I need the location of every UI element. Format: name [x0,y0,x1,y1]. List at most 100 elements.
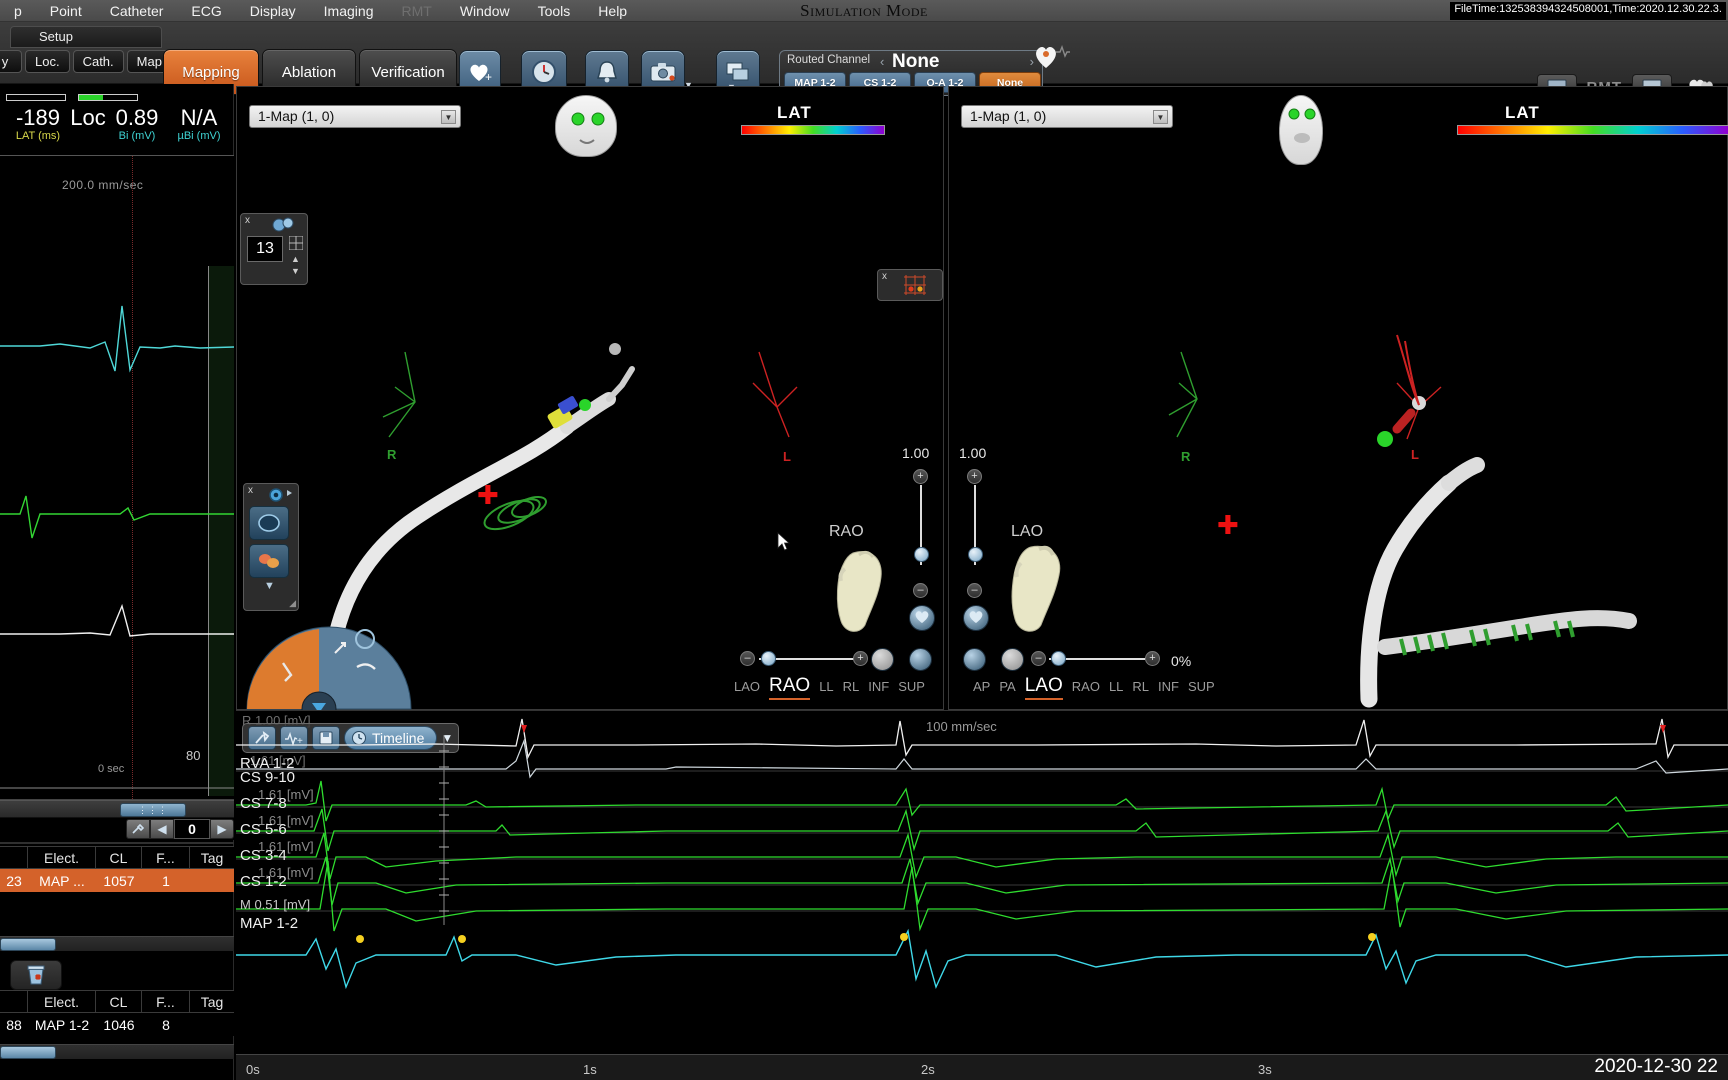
menu-item-imaging[interactable]: Imaging [310,0,388,22]
col-index-2[interactable] [0,991,28,1012]
home-view-button-right[interactable] [963,605,989,631]
orientation-lao-left[interactable]: LAO [734,679,760,694]
routed-prev-icon[interactable]: ‹ [880,54,884,69]
table-hscroll-top[interactable] [0,936,234,951]
setup-subtab-y[interactable]: y [0,50,22,73]
orientation-sup-left[interactable]: SUP [898,679,925,694]
pan-minus-right[interactable]: – [1031,651,1046,666]
col-cl[interactable]: CL [96,847,142,868]
pan-plus-left[interactable]: + [853,651,868,666]
orientation-lao-right[interactable]: LAO [1024,675,1063,700]
orientation-rl-right[interactable]: RL [1132,679,1149,694]
map-view-right[interactable]: 1-Map (1, 0) ▼ LAT R L ✚ 1.00 + – LAO – … [948,86,1728,710]
zoom-in-button-right[interactable]: + [967,469,982,484]
view-sphere-button-right[interactable] [1001,648,1024,671]
ecg-strip-panel[interactable]: R 1.00 [mV] 1.61 [mV] + Timeline ▼ 100 m… [236,710,1728,1080]
orientation-ll-right[interactable]: LL [1109,679,1123,694]
setup-group: Setup y Loc. Cath. Map [0,26,172,80]
col-index[interactable] [0,847,28,868]
cell-cl: 1057 [103,872,135,889]
reference-crosshair-left: ✚ [477,480,499,510]
orientation-pa-right[interactable]: PA [999,679,1015,694]
col-elect-2[interactable]: Elect. [28,991,96,1012]
ecg-channel-label-cs56[interactable]: CS 5-6 [240,821,287,838]
cell-cl-2: 1046 [103,1016,135,1033]
quality-bar-2 [78,94,138,101]
home-view-button-left[interactable] [909,605,935,631]
table-divider-top [0,842,234,844]
readout-bi: 0.89 Bi (mV) [115,105,159,143]
ecg-datetime: 2020-12-30 22 [1594,1056,1718,1077]
menu-item-display[interactable]: Display [236,0,310,22]
table-hscroll-thumb-top[interactable] [0,938,56,951]
scope-scroll-thumb[interactable]: ⋮⋮⋮ [120,803,186,817]
col-tag[interactable]: Tag [190,847,234,868]
orientation-rao-left[interactable]: RAO [769,675,811,700]
zoom-slider-thumb-right[interactable] [968,547,983,562]
table-hscroll-thumb-bottom[interactable] [0,1046,56,1059]
orientation-sup-right[interactable]: SUP [1188,679,1215,694]
menu-item-ecg[interactable]: ECG [177,0,235,22]
orientation-buttons-left: LAO RAO LL RL INF SUP [734,675,934,700]
menu-item-help[interactable]: Help [584,0,641,22]
setup-tab[interactable]: Setup [10,26,162,48]
heart-home-icon-2 [969,611,983,623]
col-f-2[interactable]: F... [142,991,190,1012]
bell-icon [597,61,617,83]
nav-next-button[interactable]: ▶ [210,819,234,839]
zoom-in-button-left[interactable]: + [913,469,928,484]
ecg-channel-label-cs12[interactable]: CS 1-2 [240,873,287,890]
col-cl-2[interactable]: CL [96,991,142,1012]
menu-item-point[interactable]: Point [36,0,96,22]
setup-subtabs: y Loc. Cath. Map [0,50,172,73]
orientation-inf-right[interactable]: INF [1158,679,1179,694]
col-elect[interactable]: Elect. [28,847,96,868]
menu-item-map[interactable]: p [0,0,36,22]
orientation-rao-right[interactable]: RAO [1072,679,1100,694]
pan-plus-right[interactable]: + [1145,651,1160,666]
cell-tag [190,869,234,892]
delete-point-button[interactable] [10,960,62,990]
ecg-channel-label-cs34[interactable]: CS 3-4 [240,847,287,864]
orientation-rl-left[interactable]: RL [843,679,860,694]
signal-quality-bars [6,94,138,101]
pan-slider-thumb-right[interactable] [1051,651,1066,666]
windows-icon [726,62,749,81]
orientation-inf-left[interactable]: INF [868,679,889,694]
zoom-out-button-left[interactable]: – [913,583,928,598]
time-tick-3s: 3s [1258,1062,1272,1077]
view-sphere-button-left[interactable] [871,648,894,671]
view-rotate-button-left[interactable] [909,648,932,671]
setup-subtab-cath[interactable]: Cath. [72,50,124,73]
ecg-channel-label-cs910[interactable]: CS 9-10 [240,769,295,786]
wrench-icon [132,823,145,834]
nav-prev-button[interactable]: ◀ [150,819,174,839]
zoom-slider-thumb-left[interactable] [914,547,929,562]
filetime-readout: FileTime:132538394324508001,Time:2020.12… [1450,2,1726,20]
table-row[interactable]: 23 MAP ... 1057 1 [0,869,234,892]
menu-item-window[interactable]: Window [446,0,524,22]
orientation-ap-right[interactable]: AP [973,679,990,694]
scope-scrollbar[interactable]: ⋮⋮⋮ [0,800,234,818]
pan-slider-thumb-left[interactable] [761,651,776,666]
point-waveform-scope[interactable]: 200.0 mm/sec 0 sec 80 [0,156,234,800]
view-rotate-button-right[interactable] [963,648,986,671]
orientation-ll-left[interactable]: LL [819,679,833,694]
ecg-time-axis[interactable]: 0s 1s 2s 3s 2020-12-30 22 [236,1054,1728,1080]
table-header-row-bottom: Elect. CL F... Tag [0,990,234,1013]
col-tag-2[interactable]: Tag [190,991,234,1012]
map-view-left[interactable]: 1-Map (1, 0) ▼ LAT x 13 ▲ ▼ x ▼ ◢ x R L … [236,86,955,809]
table-hscroll-bottom[interactable] [0,1044,234,1059]
nav-point-index[interactable]: 0 [174,819,210,839]
menu-item-tools[interactable]: Tools [524,0,585,22]
zoom-out-button-right[interactable]: – [967,583,982,598]
zoom-value-right: 1.00 [959,445,987,461]
setup-subtab-loc[interactable]: Loc. [25,50,70,73]
pan-minus-left[interactable]: – [740,651,755,666]
ecg-channel-label-map[interactable]: MAP 1-2 [240,915,298,932]
ecg-channel-label-cs78[interactable]: CS 7-8 [240,795,287,812]
menu-item-catheter[interactable]: Catheter [96,0,178,22]
col-f[interactable]: F... [142,847,190,868]
nav-tool-button[interactable] [126,819,150,839]
table-row-2[interactable]: 88 MAP 1-2 1046 8 [0,1013,234,1036]
